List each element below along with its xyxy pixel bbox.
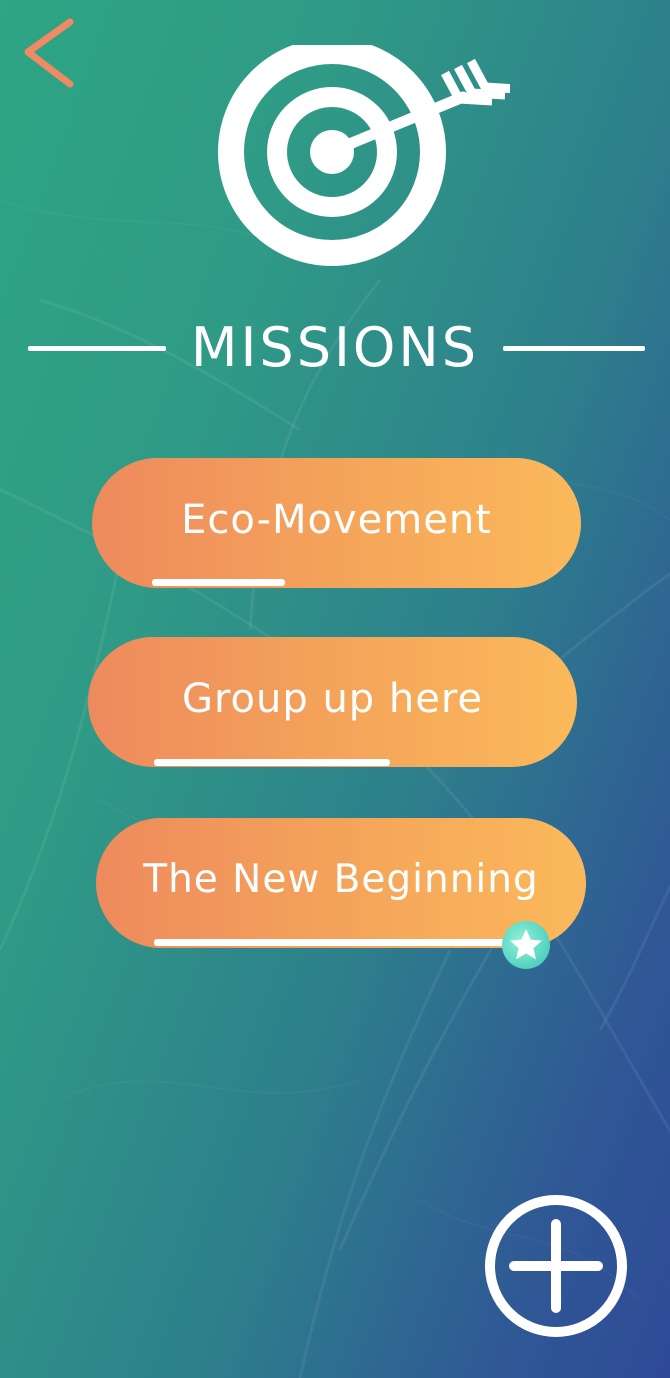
mission-card[interactable]: Eco-Movement: [92, 458, 581, 588]
starred-badge: [502, 921, 550, 969]
page-title: MISSIONS: [190, 316, 480, 379]
add-mission-button[interactable]: [483, 1193, 629, 1339]
back-button[interactable]: [14, 14, 84, 94]
mission-title: Eco-Movement: [181, 497, 492, 543]
chevron-left-icon: [24, 18, 74, 88]
title-divider-right: [503, 346, 645, 351]
title-divider-left: [28, 346, 166, 351]
plus-circle-icon: [485, 1195, 627, 1337]
mission-progress-bar: [152, 579, 285, 586]
mission-card[interactable]: Group up here: [88, 637, 577, 767]
star-icon: [510, 929, 542, 960]
mission-progress-bar: [154, 759, 390, 766]
mission-title: Group up here: [181, 676, 484, 722]
mission-progress-bar: [154, 939, 514, 946]
target-arrow-icon: [218, 45, 510, 266]
